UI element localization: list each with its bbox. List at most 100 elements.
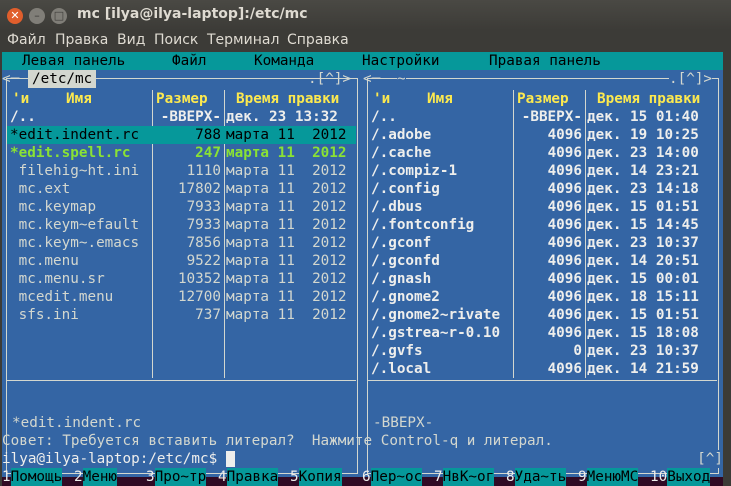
file-mtime: марта 11 2012 bbox=[226, 127, 347, 143]
file-mtime: марта 11 2012 bbox=[226, 217, 347, 233]
right-panel-corner[interactable]: .[^]> bbox=[669, 70, 713, 88]
left-header-time[interactable]: Время правки bbox=[236, 90, 339, 108]
file-size: 0 bbox=[573, 343, 582, 359]
file-mtime: марта 11 2012 bbox=[226, 253, 347, 269]
file-row[interactable]: mc.keym~.emacs 7856 марта 11 2012 bbox=[7, 234, 356, 252]
file-row[interactable]: /.compiz-1 4096 дек. 14 23:21 bbox=[368, 162, 717, 180]
file-size: 4096 bbox=[547, 217, 582, 233]
file-name: mcedit.menu bbox=[10, 289, 114, 305]
file-size: 4096 bbox=[547, 199, 582, 215]
file-size: 1110 bbox=[186, 163, 221, 179]
file-row[interactable]: /.cache 4096 дек. 23 14:00 bbox=[368, 144, 717, 162]
file-row[interactable]: /.config 4096 дек. 23 14:18 bbox=[368, 180, 717, 198]
file-row[interactable]: mc.keym~efault 7933 марта 11 2012 bbox=[7, 216, 356, 234]
file-size: 4096 bbox=[547, 145, 582, 161]
menu-terminal[interactable]: Терминал bbox=[207, 32, 279, 48]
file-row[interactable]: mc.menu.sr 10352 марта 11 2012 bbox=[7, 270, 356, 288]
file-name: /.. bbox=[10, 109, 36, 125]
fkey-2[interactable]: 2Меню bbox=[74, 468, 118, 486]
file-name: /.fontconfig bbox=[371, 217, 475, 233]
terminal-area[interactable]: Левая панель Файл Команда Настройки Прав… bbox=[2, 52, 723, 486]
file-row[interactable]: /.. -ВВЕРХ-дек. 23 13:32 bbox=[7, 108, 356, 126]
mc-menu-options[interactable]: Настройки bbox=[362, 52, 439, 70]
file-name: sfs.ini bbox=[10, 307, 79, 323]
fkey-4[interactable]: 4Правка bbox=[218, 468, 279, 486]
close-window-button[interactable]: ✕ bbox=[7, 8, 23, 24]
scroll-indicator[interactable]: [^] bbox=[697, 450, 723, 468]
menu-file[interactable]: Файл bbox=[7, 32, 46, 48]
right-header-time[interactable]: Время правки bbox=[597, 90, 700, 108]
file-row[interactable]: /.gstrea~r-0.10 4096 дек. 15 18:08 bbox=[368, 324, 717, 342]
file-row[interactable]: sfs.ini 737 марта 11 2012 bbox=[7, 306, 356, 324]
file-name: /.cache bbox=[371, 145, 432, 161]
fkey-1[interactable]: 1Помощь bbox=[2, 468, 63, 486]
file-size: 4096 bbox=[547, 163, 582, 179]
menu-view[interactable]: Вид bbox=[117, 32, 145, 48]
right-panel[interactable]: <─ ~ .[^]> 'и Имя Размер Время правки /.… bbox=[363, 70, 723, 477]
fkey-9[interactable]: 9МенюMC bbox=[578, 468, 639, 486]
menu-help[interactable]: Справка bbox=[287, 32, 349, 48]
mc-menu-right-panel[interactable]: Правая панель bbox=[489, 52, 601, 70]
right-panel-nav-arrow[interactable]: <─ bbox=[363, 70, 380, 88]
fkey-6[interactable]: 6Пер~ос bbox=[362, 468, 423, 486]
file-row[interactable]: *edit.spell.rc 247 марта 11 2012 bbox=[7, 144, 356, 162]
file-row[interactable]: /.gnome2~rivate 4096 дек. 15 01:51 bbox=[368, 306, 717, 324]
maximize-window-button[interactable]: □ bbox=[51, 8, 67, 24]
file-row[interactable]: /.local 4096 дек. 14 21:59 bbox=[368, 360, 717, 378]
file-size: 4096 bbox=[547, 307, 582, 323]
left-header-size[interactable]: Размер bbox=[156, 90, 208, 108]
mc-menu-command[interactable]: Команда bbox=[254, 52, 314, 70]
function-key-bar: 1Помощь 2Меню 3Про~тр 4Правка 5Копия 6Пер~ос 7… bbox=[2, 468, 723, 486]
mc-menu-left-panel[interactable]: Левая панель bbox=[22, 52, 125, 70]
fkey-3[interactable]: 3Про~тр bbox=[146, 468, 207, 486]
fkey-8[interactable]: 8Уда~ть bbox=[506, 468, 567, 486]
file-row[interactable]: mc.menu 9522 марта 11 2012 bbox=[7, 252, 356, 270]
file-size: 4096 bbox=[547, 271, 582, 287]
left-panel-path[interactable]: /etc/mc bbox=[28, 70, 97, 88]
fkey-number: 1 bbox=[2, 469, 11, 485]
file-row[interactable]: /.gnash 4096 дек. 15 00:01 bbox=[368, 270, 717, 288]
fkey-5[interactable]: 5Копия bbox=[290, 468, 342, 486]
file-row[interactable]: /.gvfs 0 дек. 23 10:37 bbox=[368, 342, 717, 360]
file-row[interactable]: /.fontconfig 4096 дек. 15 14:45 bbox=[368, 216, 717, 234]
menu-edit[interactable]: Правка bbox=[55, 32, 108, 48]
left-panel-corner[interactable]: .[^]> bbox=[308, 70, 351, 88]
file-mtime: дек. 23 14:00 bbox=[587, 145, 699, 161]
left-header-name[interactable]: Имя bbox=[66, 90, 92, 108]
fkey-7[interactable]: 7НвК~ог bbox=[434, 468, 495, 486]
file-mtime: дек. 23 13:32 bbox=[226, 109, 338, 125]
file-row[interactable]: /.gconfd 4096 дек. 14 20:51 bbox=[368, 252, 717, 270]
file-row[interactable]: /.gnome2 4096 дек. 18 15:11 bbox=[368, 288, 717, 306]
file-row[interactable]: mcedit.menu 12700 марта 11 2012 bbox=[7, 288, 356, 306]
file-mtime: дек. 15 01:51 bbox=[587, 307, 699, 323]
minimize-window-button[interactable]: – bbox=[29, 8, 45, 24]
left-header-mark[interactable]: 'и bbox=[12, 90, 29, 108]
file-row[interactable]: /.adobe 4096 дек. 19 10:25 bbox=[368, 126, 717, 144]
file-size: 737 bbox=[195, 307, 221, 323]
right-header-size[interactable]: Размер bbox=[517, 90, 569, 108]
shell-prompt[interactable]: ilya@ilya-laptop:/etc/mc$ bbox=[2, 450, 723, 468]
menu-search[interactable]: Поиск bbox=[154, 32, 198, 48]
file-name: /.. bbox=[371, 109, 397, 125]
file-row[interactable]: /.gconf 4096 дек. 23 10:37 bbox=[368, 234, 717, 252]
file-size: 17802 bbox=[177, 181, 221, 197]
right-header-mark[interactable]: 'и bbox=[373, 90, 390, 108]
file-row[interactable]: /.dbus 4096 дек. 15 01:51 bbox=[368, 198, 717, 216]
fkey-label: МенюMC bbox=[586, 468, 639, 486]
fkey-label: Меню bbox=[82, 468, 118, 486]
file-row[interactable]: *edit.indent.rc 788 марта 11 2012 bbox=[7, 126, 356, 144]
file-row[interactable]: /.. -ВВЕРХ-дек. 15 01:40 bbox=[368, 108, 717, 126]
file-row[interactable]: filehig~ht.ini 1110 марта 11 2012 bbox=[7, 162, 356, 180]
file-row[interactable]: mc.ext 17802 марта 11 2012 bbox=[7, 180, 356, 198]
right-header-name[interactable]: Имя bbox=[427, 90, 453, 108]
fkey-10[interactable]: 10Выход bbox=[650, 468, 711, 486]
fkey-label: Выход bbox=[667, 468, 711, 486]
mc-menu-file[interactable]: Файл bbox=[172, 52, 206, 70]
right-panel-path[interactable]: ~ bbox=[397, 70, 406, 88]
left-panel-nav-arrow[interactable]: <─ bbox=[2, 70, 19, 88]
file-size: 4096 bbox=[547, 235, 582, 251]
left-status-divider bbox=[6, 380, 356, 381]
file-name: /.gnome2~rivate bbox=[371, 307, 501, 323]
left-panel[interactable]: /etc/mc .[^]> <─ 'и Имя Размер Время пра… bbox=[2, 70, 363, 477]
file-row[interactable]: mc.keymap 7933 марта 11 2012 bbox=[7, 198, 356, 216]
